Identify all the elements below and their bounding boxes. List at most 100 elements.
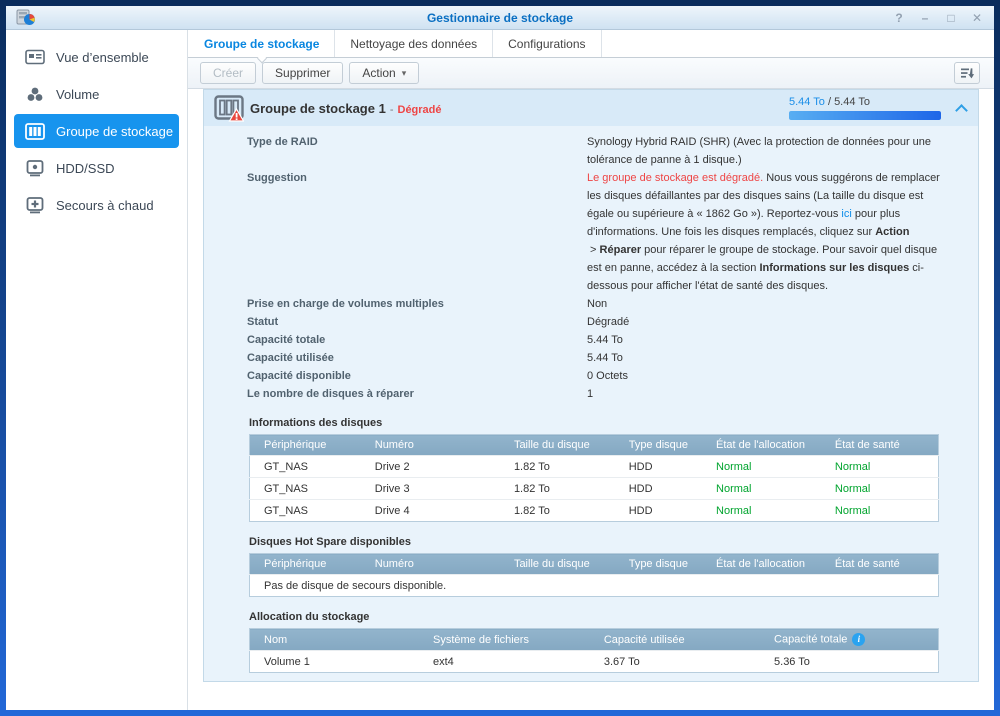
info-icon[interactable]: i (852, 633, 865, 646)
suggestion-text: Le groupe de stockage est dégradé. Nous … (587, 169, 948, 295)
storage-manager-app-icon (16, 9, 36, 26)
sidebar-item-hdd-ssd[interactable]: HDD/SSD (14, 151, 179, 185)
cell-allocation-status: Normal (702, 500, 821, 522)
detail-row: Type de RAID Synology Hybrid RAID (SHR) … (204, 133, 978, 169)
storage-pool-header[interactable]: Groupe de stockage 1 - Dégradé 5.44 To /… (204, 90, 978, 126)
sidebar-item-label: Volume (56, 87, 99, 102)
suggestion-body: > (587, 244, 600, 256)
cell-size: 1.82 To (500, 500, 615, 522)
toolbar: Créer Supprimer Action ▾ (188, 58, 994, 89)
hot-spare-icon (24, 195, 46, 215)
hdd-icon (24, 158, 46, 178)
content-area: Groupe de stockage 1 - Dégradé 5.44 To /… (188, 89, 994, 710)
table-header-row: Périphérique Numéro Taille du disque Typ… (250, 554, 939, 575)
detail-row: Capacité utilisée 5.44 To (204, 349, 978, 367)
column-header: Taille du disque (500, 435, 615, 456)
cell-device: GT_NAS (250, 478, 361, 500)
capacity-total: 5.44 To (834, 96, 870, 108)
column-header: Numéro (361, 435, 500, 456)
cell-name: Volume 1 (250, 651, 419, 673)
capacity-block: 5.44 To / 5.44 To (789, 96, 941, 120)
suggestion-bold: Réparer (600, 244, 642, 256)
cell-health-status: Normal (821, 456, 939, 478)
disk-row[interactable]: GT_NAS Drive 2 1.82 To HDD Normal Normal (250, 456, 939, 478)
allocation-table: Nom Système de fichiers Capacité utilisé… (249, 628, 939, 673)
capacity-bar-fill (789, 111, 941, 120)
empty-message: Pas de disque de secours disponible. (250, 575, 939, 597)
minimize-button[interactable]: – (918, 11, 932, 25)
column-header-label: Capacité totale (774, 633, 847, 645)
hot-spare-table: Périphérique Numéro Taille du disque Typ… (249, 553, 939, 597)
sidebar-item-storage-pool[interactable]: Groupe de stockage (14, 114, 179, 148)
sidebar-item-volume[interactable]: Volume (14, 77, 179, 111)
cell-type: HDD (615, 478, 702, 500)
sort-button[interactable] (954, 62, 980, 84)
column-header: État de l'allocation (702, 554, 821, 575)
window-frame: Gestionnaire de stockage ? – □ ✕ Vue d’e… (0, 0, 1000, 716)
detail-label: Suggestion (247, 169, 587, 295)
storage-pool-degraded-icon (212, 95, 246, 122)
chevron-up-icon[interactable] (955, 104, 968, 117)
cell-device: GT_NAS (250, 456, 361, 478)
tab-label: Configurations (508, 37, 585, 51)
overview-icon (24, 47, 46, 67)
section-title: Informations des disques (249, 417, 939, 429)
maximize-button[interactable]: □ (944, 11, 958, 25)
detail-label: Prise en charge de volumes multiples (247, 295, 587, 313)
column-header: Nom (250, 629, 419, 651)
disk-info-section: Informations des disques Périphérique Nu… (204, 417, 978, 522)
volume-row[interactable]: Volume 1 ext4 3.67 To 5.36 To (250, 651, 939, 673)
sidebar-item-label: Secours à chaud (56, 198, 154, 213)
storage-pool-panel: Groupe de stockage 1 - Dégradé 5.44 To /… (203, 89, 979, 682)
sidebar-item-hot-spare[interactable]: Secours à chaud (14, 188, 179, 222)
cell-number: Drive 3 (361, 478, 500, 500)
status-badge: Dégradé (398, 104, 442, 116)
disk-row[interactable]: GT_NAS Drive 3 1.82 To HDD Normal Normal (250, 478, 939, 500)
tab-storage-pool[interactable]: Groupe de stockage (189, 30, 335, 57)
column-header: Système de fichiers (419, 629, 590, 651)
detail-row: Prise en charge de volumes multiples Non (204, 295, 978, 313)
sidebar-item-overview[interactable]: Vue d’ensemble (14, 40, 179, 74)
detail-row: Suggestion Le groupe de stockage est dég… (204, 169, 978, 295)
column-header: Périphérique (250, 435, 361, 456)
cell-health-status: Normal (821, 500, 939, 522)
cell-filesystem: ext4 (419, 651, 590, 673)
column-header: État de l'allocation (702, 435, 821, 456)
sidebar-item-label: HDD/SSD (56, 161, 115, 176)
help-button[interactable]: ? (892, 11, 906, 25)
sidebar-item-label: Vue d’ensemble (56, 50, 149, 65)
capacity-used: 5.44 To (789, 96, 825, 108)
column-header: État de santé (821, 554, 939, 575)
detail-row: Statut Dégradé (204, 313, 978, 331)
detail-value: 1 (587, 385, 948, 403)
create-button[interactable]: Créer (200, 62, 256, 84)
column-header: Type disque (615, 435, 702, 456)
tab-bar: Groupe de stockage Nettoyage des données… (188, 30, 994, 58)
table-header-row: Périphérique Numéro Taille du disque Typ… (250, 435, 939, 456)
cell-type: HDD (615, 456, 702, 478)
cell-used-capacity: 3.67 To (590, 651, 760, 673)
close-button[interactable]: ✕ (970, 11, 984, 25)
cell-size: 1.82 To (500, 478, 615, 500)
storage-pool-details: Type de RAID Synology Hybrid RAID (SHR) … (204, 126, 978, 681)
detail-label: Type de RAID (247, 133, 587, 169)
detail-label: Le nombre de disques à réparer (247, 385, 587, 403)
column-header: Capacité utilisée (590, 629, 760, 651)
tab-data-scrubbing[interactable]: Nettoyage des données (335, 30, 493, 57)
delete-button[interactable]: Supprimer (262, 62, 343, 84)
detail-value: Dégradé (587, 313, 948, 331)
tab-configurations[interactable]: Configurations (493, 30, 601, 57)
column-header: Périphérique (250, 554, 361, 575)
suggestion-link[interactable]: ici (841, 208, 851, 220)
hot-spare-section: Disques Hot Spare disponibles Périphériq… (204, 536, 978, 597)
window-title: Gestionnaire de stockage (6, 11, 994, 25)
disk-row[interactable]: GT_NAS Drive 4 1.82 To HDD Normal Normal (250, 500, 939, 522)
tab-label: Groupe de stockage (204, 37, 319, 51)
table-header-row: Nom Système de fichiers Capacité utilisé… (250, 629, 939, 651)
cell-number: Drive 2 (361, 456, 500, 478)
column-header: État de santé (821, 435, 939, 456)
column-header: Numéro (361, 554, 500, 575)
detail-value: 5.44 To (587, 349, 948, 367)
cell-allocation-status: Normal (702, 478, 821, 500)
action-button[interactable]: Action ▾ (349, 62, 419, 84)
